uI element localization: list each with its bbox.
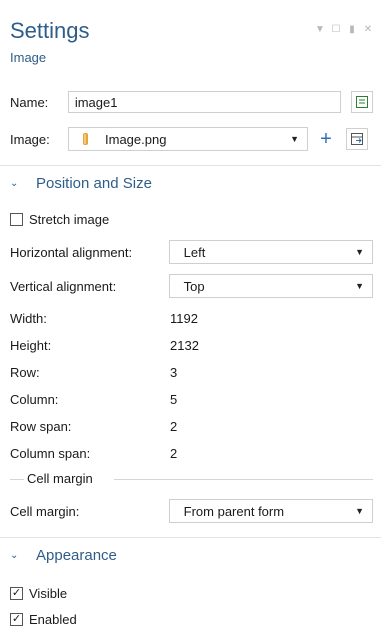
section-title: Appearance xyxy=(36,547,117,564)
window-controls: ▼ ☐ ▮ ✕ xyxy=(315,24,373,35)
column-span-row: Column span: 2 xyxy=(10,446,370,461)
name-row: Name: image1 xyxy=(10,91,373,113)
group-divider-right xyxy=(114,479,373,480)
column-value: 5 xyxy=(170,392,178,407)
width-value: 1192 xyxy=(170,311,198,326)
chevron-down-icon: ⌄ xyxy=(10,178,19,189)
image-label: Image: xyxy=(10,131,50,147)
visible-checkbox[interactable]: ✓ xyxy=(10,587,23,600)
image-row: Image: Image.png ▼ + xyxy=(10,127,373,151)
cell-margin-row: Cell margin: From parent form ▼ xyxy=(10,499,373,523)
page-title: Settings xyxy=(10,18,90,43)
group-divider-left xyxy=(10,479,24,480)
height-value: 2132 xyxy=(170,338,199,353)
horizontal-alignment-label: Horizontal alignment: xyxy=(10,244,133,260)
cell-margin-group-title: Cell margin xyxy=(27,471,93,486)
image-file-icon xyxy=(83,133,88,145)
section-title: Position and Size xyxy=(36,175,152,192)
column-label: Column: xyxy=(10,392,59,407)
checkmark-icon: ✓ xyxy=(11,587,22,599)
row-label: Row: xyxy=(10,365,40,380)
name-field[interactable]: image1 xyxy=(67,91,342,113)
cell-margin-select[interactable]: From parent form ▼ xyxy=(168,499,373,523)
edit-text-icon xyxy=(356,96,369,108)
name-label: Name: xyxy=(10,94,49,110)
vertical-alignment-select[interactable]: Top ▼ xyxy=(168,274,373,298)
visible-label: Visible xyxy=(29,586,68,601)
horizontal-alignment-value: Left xyxy=(183,244,206,260)
image-value: Image.png xyxy=(105,131,167,147)
enabled-label: Enabled xyxy=(29,612,77,627)
add-icon[interactable]: + xyxy=(314,128,338,150)
horizontal-alignment-select[interactable]: Left ▼ xyxy=(168,240,373,264)
enabled-checkbox[interactable]: ✓ xyxy=(10,613,23,626)
cell-margin-value: From parent form xyxy=(183,503,285,519)
enabled-row: ✓ Enabled xyxy=(10,612,373,627)
position-size-section-header[interactable]: ⌄ Position and Size xyxy=(10,175,152,192)
visible-row: ✓ Visible xyxy=(10,586,373,601)
row-span-row: Row span: 2 xyxy=(10,419,370,434)
chevron-down-icon: ⌄ xyxy=(10,550,19,561)
column-span-value: 2 xyxy=(170,446,178,461)
divider xyxy=(0,165,381,166)
width-label: Width: xyxy=(10,311,47,326)
vertical-alignment-value: Top xyxy=(183,278,205,294)
row-row: Row: 3 xyxy=(10,365,370,380)
horizontal-alignment-row: Horizontal alignment: Left ▼ xyxy=(10,240,373,264)
height-row: Height: 2132 xyxy=(10,338,370,353)
cell-margin-label: Cell margin: xyxy=(10,503,80,519)
image-select[interactable]: Image.png ▼ xyxy=(68,127,308,151)
chevron-down-icon: ▼ xyxy=(290,134,299,144)
checkmark-icon: ✓ xyxy=(11,613,22,625)
import-icon xyxy=(351,133,363,145)
settings-header: Settings Image xyxy=(10,18,90,65)
row-value: 3 xyxy=(170,365,178,380)
dropdown-arrow-icon[interactable]: ▼ xyxy=(315,24,325,35)
page-subtitle: Image xyxy=(10,50,47,65)
chevron-down-icon: ▼ xyxy=(355,506,364,516)
close-icon[interactable]: ✕ xyxy=(363,24,373,35)
chevron-down-icon: ▼ xyxy=(355,281,364,291)
name-value: image1 xyxy=(74,94,118,110)
vertical-alignment-label: Vertical alignment: xyxy=(10,278,117,294)
width-row: Width: 1192 xyxy=(10,311,370,326)
chevron-down-icon: ▼ xyxy=(355,247,364,257)
vertical-alignment-row: Vertical alignment: Top ▼ xyxy=(10,274,373,298)
pin-icon[interactable]: ▮ xyxy=(347,24,357,35)
appearance-section-header[interactable]: ⌄ Appearance xyxy=(10,547,117,564)
stretch-image-row: Stretch image xyxy=(10,212,373,227)
column-span-label: Column span: xyxy=(10,446,91,461)
row-span-value: 2 xyxy=(170,419,178,434)
row-span-label: Row span: xyxy=(10,419,72,434)
divider xyxy=(0,537,381,538)
maximize-icon[interactable]: ☐ xyxy=(331,24,341,35)
height-label: Height: xyxy=(10,338,52,353)
import-button[interactable] xyxy=(346,128,368,150)
column-row: Column: 5 xyxy=(10,392,370,407)
rename-button[interactable] xyxy=(351,91,373,113)
stretch-image-checkbox[interactable] xyxy=(10,213,23,226)
stretch-image-label: Stretch image xyxy=(29,212,110,227)
